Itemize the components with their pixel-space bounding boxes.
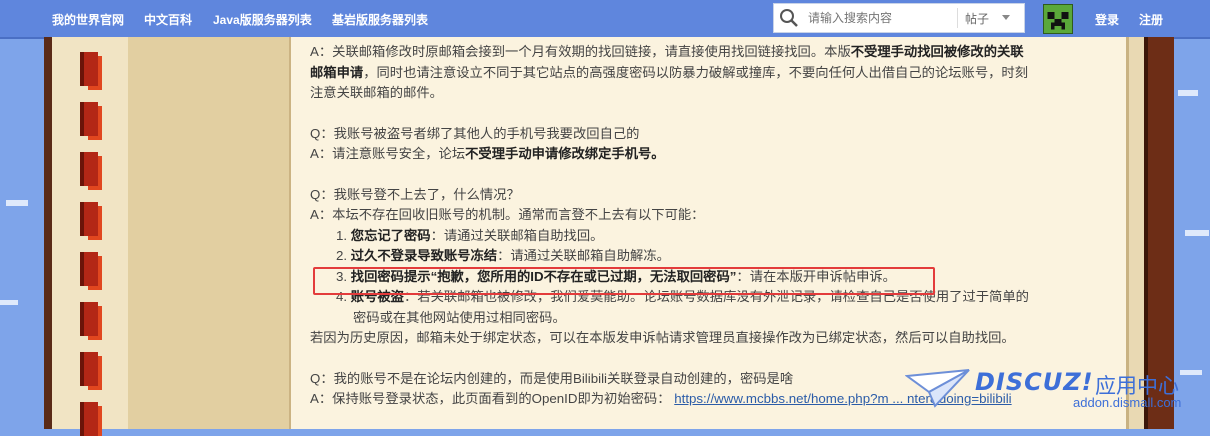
creeper-avatar-icon[interactable] xyxy=(1043,4,1073,34)
spine-ring xyxy=(84,202,98,236)
nav-link-wiki[interactable]: 中文百科 xyxy=(144,11,192,28)
answer-line: A：本坛不存在回收旧账号的机制。通常而言登不上去有以下可能： xyxy=(310,207,705,222)
register-link[interactable]: 注册 xyxy=(1139,11,1163,28)
answer-paragraph: A：关联邮箱修改时原邮箱会接到一个月有效期的找回链接，请直接使用找回链接找回。本… xyxy=(310,44,1024,59)
nav-link-bedrock-servers[interactable]: 基岩版服务器列表 xyxy=(332,11,428,28)
post-author-sidebar xyxy=(128,37,291,429)
cloud xyxy=(6,200,28,206)
nav-link-java-servers[interactable]: Java版服务器列表 xyxy=(213,11,312,28)
search-input[interactable] xyxy=(806,7,930,29)
search-separator xyxy=(957,8,958,28)
answer-paragraph: 邮箱申请，同时也请注意设立不同于其它站点的高强度密码以防暴力破解或撞库，不要向任… xyxy=(310,64,1029,80)
cloud xyxy=(1185,230,1209,236)
search-icon[interactable] xyxy=(778,8,800,28)
chevron-down-icon[interactable] xyxy=(1002,15,1010,20)
question-line: Q：我账号登不上去了，什么情况？ xyxy=(310,186,520,202)
spine-ring xyxy=(84,102,98,136)
creeper-face-icon xyxy=(1044,5,1072,33)
list-item: 1. 您忘记了密码：请通过关联邮箱自助找回。 xyxy=(336,227,604,243)
login-link[interactable]: 登录 xyxy=(1095,11,1119,28)
nav-link-official-site[interactable]: 我的世界官网 xyxy=(52,11,124,28)
list-item-continuation: 密码或在其他网站使用过相同密码。 xyxy=(353,309,566,325)
spine-ring xyxy=(84,252,98,286)
watermark-brand: DISCUZ! xyxy=(975,368,1094,396)
discuz-watermark: DISCUZ! 应用中心 addon.dismall.com xyxy=(905,364,1205,424)
spine-ring xyxy=(84,52,98,86)
answer-line: 若因为历史原因，邮箱未处于绑定状态，可以在本版发申诉帖请求管理员直接操作改为已绑… xyxy=(310,330,1015,345)
watermark-url: addon.dismall.com xyxy=(1073,395,1182,410)
answer-paragraph: 注意关联邮箱的邮件。 xyxy=(310,85,443,100)
cloud xyxy=(0,300,18,305)
spine-ring xyxy=(84,152,98,186)
list-item: 2. 过久不登录导致账号冻结：请通过关联邮箱自助解冻。 xyxy=(336,248,670,263)
question-line: Q：我账号被盗号者绑了其他人的手机号我要改回自己的 xyxy=(310,125,640,141)
answer-line: A：请注意账号安全，论坛不受理手动申请修改绑定手机号。 xyxy=(310,146,665,161)
spine-ring xyxy=(84,302,98,336)
spine-ring xyxy=(84,402,98,436)
paper-plane-icon xyxy=(905,369,970,408)
post-body: A：关联邮箱修改时原邮箱会接到一个月有效期的找回链接，请直接使用找回链接找回。本… xyxy=(310,42,1110,410)
red-highlight-annotation xyxy=(313,267,935,295)
search-type-select[interactable]: 帖子 xyxy=(965,10,989,27)
spine-ring xyxy=(84,352,98,386)
cloud xyxy=(1178,90,1198,96)
search-box: 帖子 xyxy=(773,3,1025,33)
top-navigation-bar: 我的世界官网 中文百科 Java版服务器列表 基岩版服务器列表 帖子 登录 注册 xyxy=(0,0,1210,39)
